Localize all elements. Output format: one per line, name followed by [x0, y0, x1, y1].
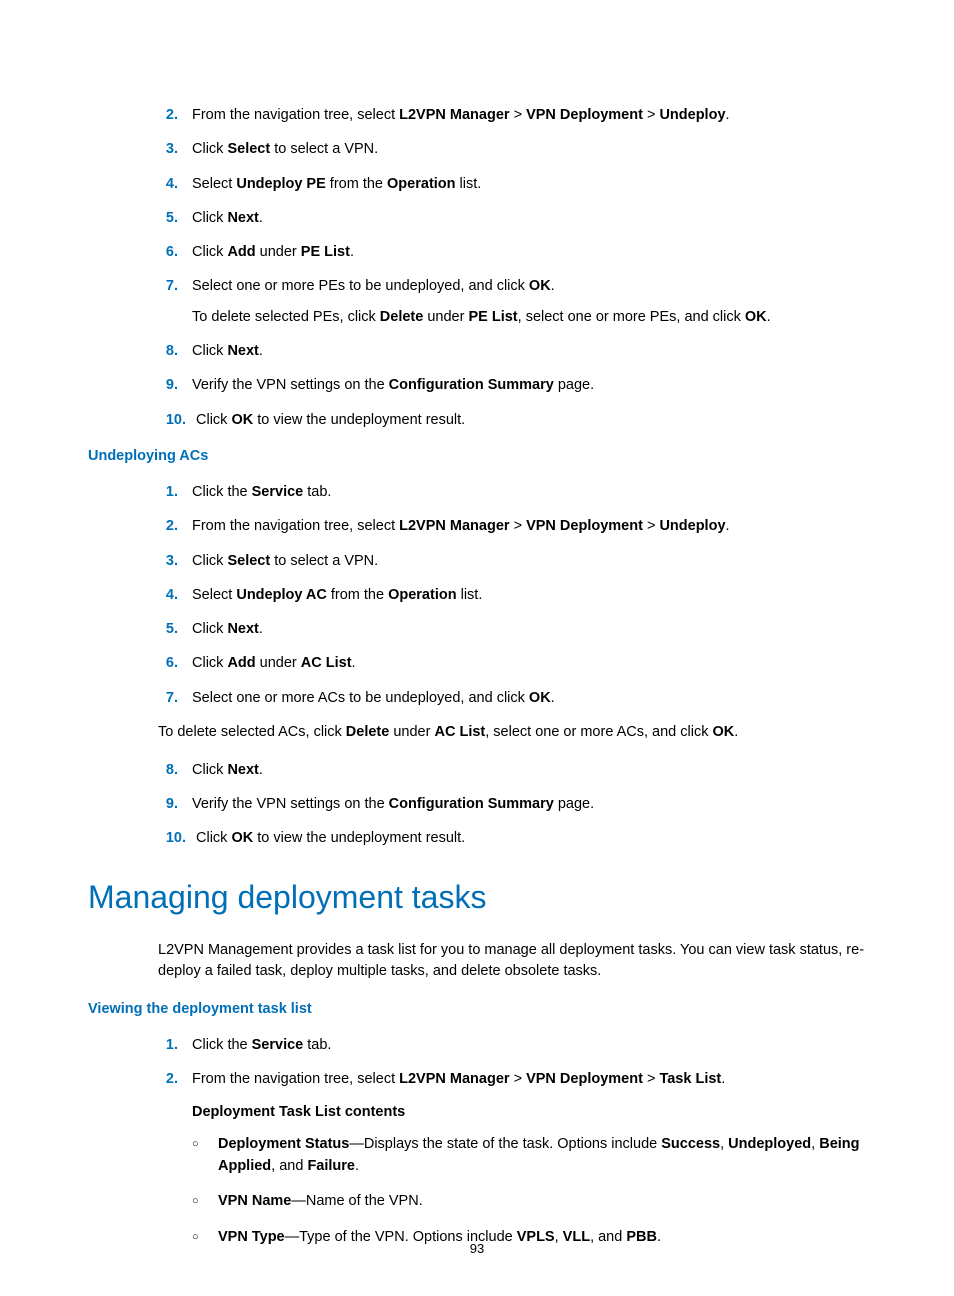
list-item-number: 5.	[158, 208, 192, 228]
list-item-number: 1.	[158, 1035, 192, 1055]
bullet-marker: ○	[192, 1191, 218, 1213]
list-item-number: 10.	[158, 410, 196, 430]
list-item-body: Click Add under AC List.	[192, 653, 866, 673]
list-item-number: 2.	[158, 516, 192, 536]
list-item-body: Click Select to select a VPN.	[192, 551, 866, 571]
undeploy-ac-list-b: 8.Click Next.9.Verify the VPN settings o…	[158, 760, 866, 849]
view-task-list-steps: 1.Click the Service tab.2.From the navig…	[158, 1035, 866, 1090]
list-item: 9.Verify the VPN settings on the Configu…	[158, 794, 866, 814]
list-item-body: Click Next.	[192, 341, 866, 361]
list-item-number: 4.	[158, 585, 192, 605]
list-item-number: 6.	[158, 242, 192, 262]
list-item-body: Click Select to select a VPN.	[192, 139, 866, 159]
list-item-body: Click Add under PE List.	[192, 242, 866, 262]
undeploy-pe-list: 2.From the navigation tree, select L2VPN…	[158, 105, 866, 430]
list-item: 5.Click Next.	[158, 208, 866, 228]
list-item-subline: To delete selected PEs, click Delete und…	[192, 307, 866, 327]
list-item-body: Select one or more ACs to be undeployed,…	[192, 688, 866, 708]
list-item: 2.From the navigation tree, select L2VPN…	[158, 516, 866, 536]
list-item-body: From the navigation tree, select L2VPN M…	[192, 516, 866, 536]
list-item-number: 9.	[158, 794, 192, 814]
list-item-body: Verify the VPN settings on the Configura…	[192, 375, 866, 395]
list-item-body: Click the Service tab.	[192, 1035, 866, 1055]
list-item-number: 3.	[158, 551, 192, 571]
list-item-number: 7.	[158, 276, 192, 327]
heading-undeploying-acs: Undeploying ACs	[88, 448, 866, 464]
deployment-task-list-bullets: ○Deployment Status—Displays the state of…	[88, 1134, 866, 1249]
list-item-number: 2.	[158, 1069, 192, 1089]
list-item-body: Select one or more PEs to be undeployed,…	[192, 276, 866, 327]
list-item: 8.Click Next.	[158, 760, 866, 780]
list-item: 2.From the navigation tree, select L2VPN…	[158, 1069, 866, 1089]
list-item: 8.Click Next.	[158, 341, 866, 361]
list-item-number: 6.	[158, 653, 192, 673]
list-item-body: Click the Service tab.	[192, 482, 866, 502]
list-item: 1.Click the Service tab.	[158, 482, 866, 502]
document-page: 2.From the navigation tree, select L2VPN…	[0, 0, 954, 1296]
undeploy-ac-outdent-note: To delete selected ACs, click Delete und…	[158, 722, 866, 744]
undeploy-ac-list-a: 1.Click the Service tab.2.From the navig…	[158, 482, 866, 708]
list-item-body: Click Next.	[192, 208, 866, 228]
list-item-body: Select Undeploy PE from the Operation li…	[192, 174, 866, 194]
bullet-marker: ○	[192, 1134, 218, 1178]
bullet-body: VPN Name—Name of the VPN.	[218, 1191, 866, 1213]
list-item-number: 8.	[158, 341, 192, 361]
list-item-body: Click OK to view the undeployment result…	[196, 828, 866, 848]
list-item-body: Click Next.	[192, 760, 866, 780]
list-item-body: From the navigation tree, select L2VPN M…	[192, 1069, 866, 1089]
list-item-body: From the navigation tree, select L2VPN M…	[192, 105, 866, 125]
list-item: 7.Select one or more ACs to be undeploye…	[158, 688, 866, 708]
list-item-number: 10.	[158, 828, 196, 848]
bullet-item: ○Deployment Status—Displays the state of…	[192, 1134, 866, 1178]
list-item-number: 5.	[158, 619, 192, 639]
list-item-number: 7.	[158, 688, 192, 708]
managing-intro-paragraph: L2VPN Management provides a task list fo…	[158, 940, 866, 984]
list-item: 7.Select one or more PEs to be undeploye…	[158, 276, 866, 327]
list-item: 4.Select Undeploy AC from the Operation …	[158, 585, 866, 605]
list-item-body: Click Next.	[192, 619, 866, 639]
page-number: 93	[0, 1241, 954, 1256]
list-item: 5.Click Next.	[158, 619, 866, 639]
list-item: 6.Click Add under AC List.	[158, 653, 866, 673]
list-item: 3.Click Select to select a VPN.	[158, 551, 866, 571]
list-item: 1.Click the Service tab.	[158, 1035, 866, 1055]
list-item: 4.Select Undeploy PE from the Operation …	[158, 174, 866, 194]
list-item: 9.Verify the VPN settings on the Configu…	[158, 375, 866, 395]
list-item: 3.Click Select to select a VPN.	[158, 139, 866, 159]
list-item-body: Click OK to view the undeployment result…	[196, 410, 866, 430]
list-item: 10.Click OK to view the undeployment res…	[158, 828, 866, 848]
heading-viewing-deployment-task-list: Viewing the deployment task list	[88, 1001, 866, 1017]
bullet-body: Deployment Status—Displays the state of …	[218, 1134, 866, 1178]
heading-managing-deployment-tasks: Managing deployment tasks	[88, 879, 866, 916]
list-item-number: 3.	[158, 139, 192, 159]
list-item-number: 1.	[158, 482, 192, 502]
list-item-number: 9.	[158, 375, 192, 395]
list-item: 10.Click OK to view the undeployment res…	[158, 410, 866, 430]
bullet-item: ○VPN Name—Name of the VPN.	[192, 1191, 866, 1213]
list-item-number: 2.	[158, 105, 192, 125]
list-item-number: 4.	[158, 174, 192, 194]
list-item-body: Select Undeploy AC from the Operation li…	[192, 585, 866, 605]
list-item-number: 8.	[158, 760, 192, 780]
list-item: 6.Click Add under PE List.	[158, 242, 866, 262]
list-item-body: Verify the VPN settings on the Configura…	[192, 794, 866, 814]
list-item: 2.From the navigation tree, select L2VPN…	[158, 105, 866, 125]
deployment-task-list-contents-heading: Deployment Task List contents	[192, 1104, 866, 1120]
